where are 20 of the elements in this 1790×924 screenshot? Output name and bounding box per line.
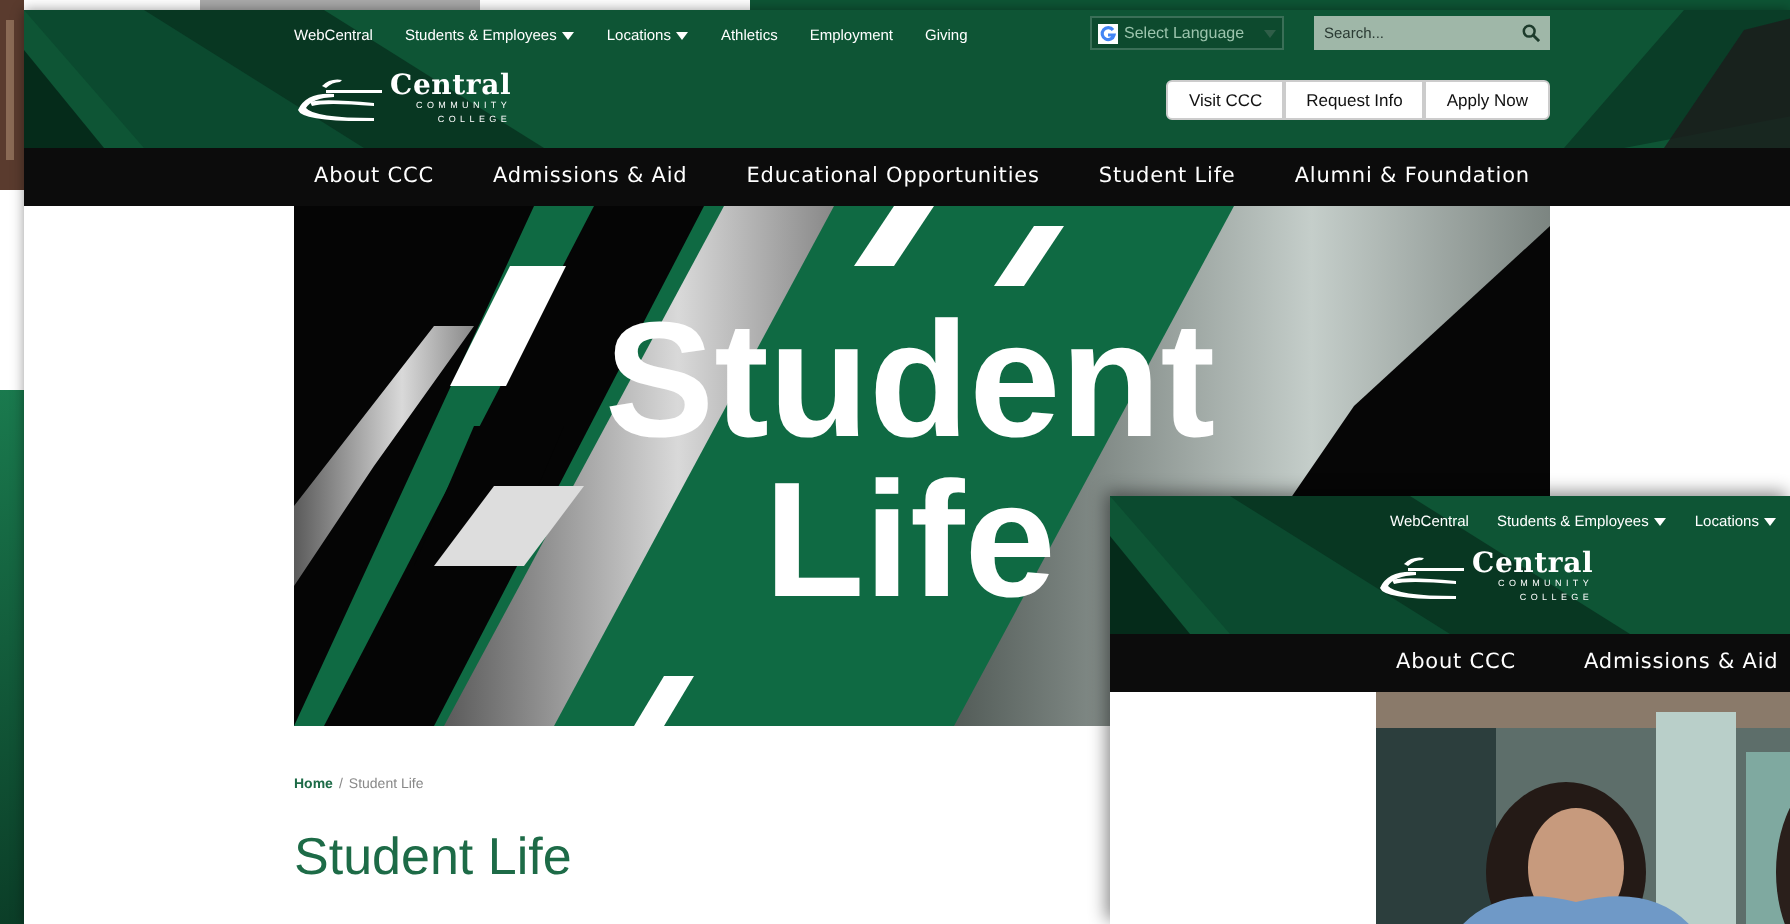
language-select[interactable]: Select Language (1090, 16, 1284, 50)
action-button[interactable]: Apply Now (1424, 79, 1550, 120)
page-heading: Student Life (294, 825, 574, 888)
google-icon (1098, 23, 1118, 43)
caret-icon (562, 31, 575, 40)
logo-text: Central (390, 72, 512, 101)
nav-link[interactable]: About CCC (314, 161, 434, 193)
search-icon (1522, 24, 1540, 42)
nav-link[interactable]: Educational Opportunities (746, 161, 1040, 193)
nav-link[interactable]: Admissions & Aid (493, 161, 688, 193)
nav-link[interactable]: Student Life (1098, 161, 1236, 193)
action-button[interactable]: Request Info (1284, 79, 1425, 120)
action-button[interactable]: Visit CCC (1166, 79, 1285, 120)
swoosh-icon (294, 74, 386, 125)
caret-icon (676, 31, 689, 40)
nav-link[interactable]: Alumni & Foundation (1294, 161, 1530, 193)
caret-icon (1764, 517, 1777, 526)
nav-link[interactable]: Admissions & Aid (1583, 647, 1779, 679)
caret-icon (1654, 517, 1667, 526)
caret-icon (1264, 29, 1276, 37)
